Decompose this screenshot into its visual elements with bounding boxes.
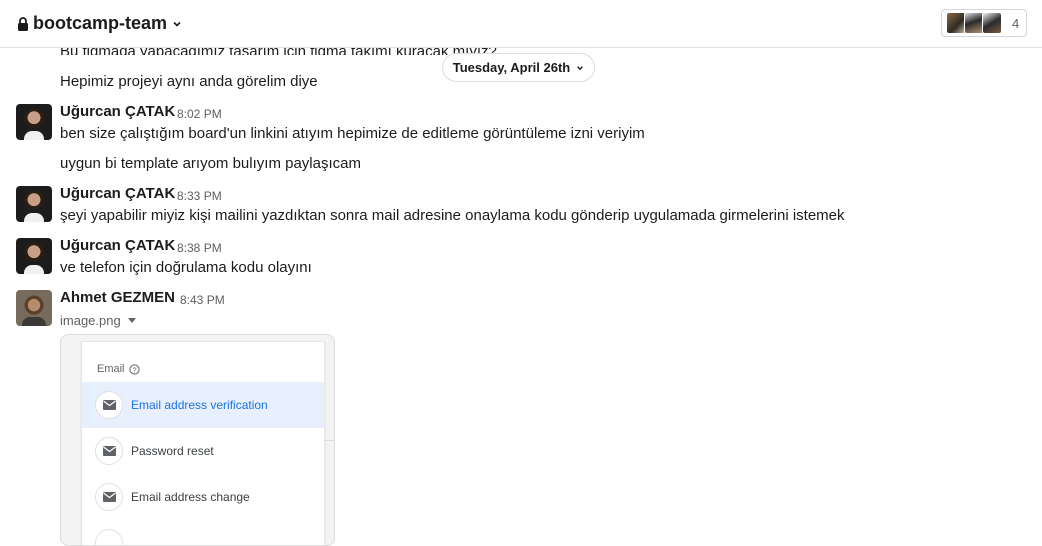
message-timestamp[interactable]: 8:33 PM — [177, 189, 222, 203]
channel-name: bootcamp-team — [33, 13, 168, 33]
section-title: Email ? — [97, 363, 140, 375]
members-button[interactable]: 4 — [941, 9, 1027, 37]
template-item: Email address verification — [82, 382, 324, 428]
message-text: ve telefon için doğrulama kodu olayını — [60, 259, 312, 276]
channel-header: bootcamp-team 4 — [0, 0, 1042, 48]
member-count: 4 — [1012, 15, 1020, 31]
template-item: Email address change — [82, 474, 324, 520]
mail-icon — [95, 483, 123, 511]
help-icon: ? — [128, 363, 140, 375]
member-avatar — [964, 12, 984, 34]
avatar[interactable] — [16, 104, 52, 140]
message-timestamp[interactable]: 8:02 PM — [177, 107, 222, 121]
divider — [324, 440, 334, 441]
message-text: uygun bi template arıyom bulıyım paylaşı… — [60, 155, 361, 172]
template-item: Password reset — [82, 428, 324, 474]
file-name-toggle[interactable]: image.png — [60, 313, 136, 328]
message-text: şeyi yapabilir miyiz kişi mailini yazdık… — [60, 207, 845, 224]
svg-text:?: ? — [132, 365, 136, 374]
channel-name-button[interactable]: bootcamp-team — [17, 13, 182, 34]
message-text: ben size çalıştığım board'un linkini atı… — [60, 125, 645, 142]
date-divider-button[interactable]: Tuesday, April 26th — [442, 53, 595, 82]
member-avatar — [946, 12, 966, 34]
message-timestamp[interactable]: 8:38 PM — [177, 241, 222, 255]
mail-icon — [95, 391, 123, 419]
chevron-down-icon — [577, 65, 584, 70]
message-timestamp[interactable]: 8:43 PM — [180, 293, 225, 307]
chevron-down-icon — [173, 21, 181, 27]
avatar[interactable] — [16, 186, 52, 222]
sender-name[interactable]: Uğurcan ÇATAK — [60, 237, 175, 254]
template-item-label: Email address verification — [131, 398, 268, 412]
sender-name[interactable]: Ahmet GEZMEN — [60, 289, 175, 306]
template-item-label: Email address change — [131, 490, 250, 504]
section-title-label: Email — [97, 363, 125, 375]
template-item-label: Password reset — [131, 444, 214, 458]
avatar[interactable] — [16, 290, 52, 326]
avatar[interactable] — [16, 238, 52, 274]
lock-icon — [18, 16, 28, 31]
sender-name[interactable]: Uğurcan ÇATAK — [60, 185, 175, 202]
image-attachment[interactable]: Email ? Email address verification Passw… — [60, 334, 335, 546]
file-name: image.png — [60, 313, 121, 328]
member-avatar — [982, 12, 1002, 34]
date-divider-label: Tuesday, April 26th — [452, 60, 571, 75]
caret-down-icon — [127, 317, 136, 323]
mail-icon — [95, 437, 123, 465]
template-item — [82, 520, 324, 545]
email-templates-panel: Email ? Email address verification Passw… — [81, 341, 325, 545]
sender-name[interactable]: Uğurcan ÇATAK — [60, 103, 175, 120]
message-text: Hepimiz projeyi aynı anda görelim diye — [60, 73, 318, 90]
